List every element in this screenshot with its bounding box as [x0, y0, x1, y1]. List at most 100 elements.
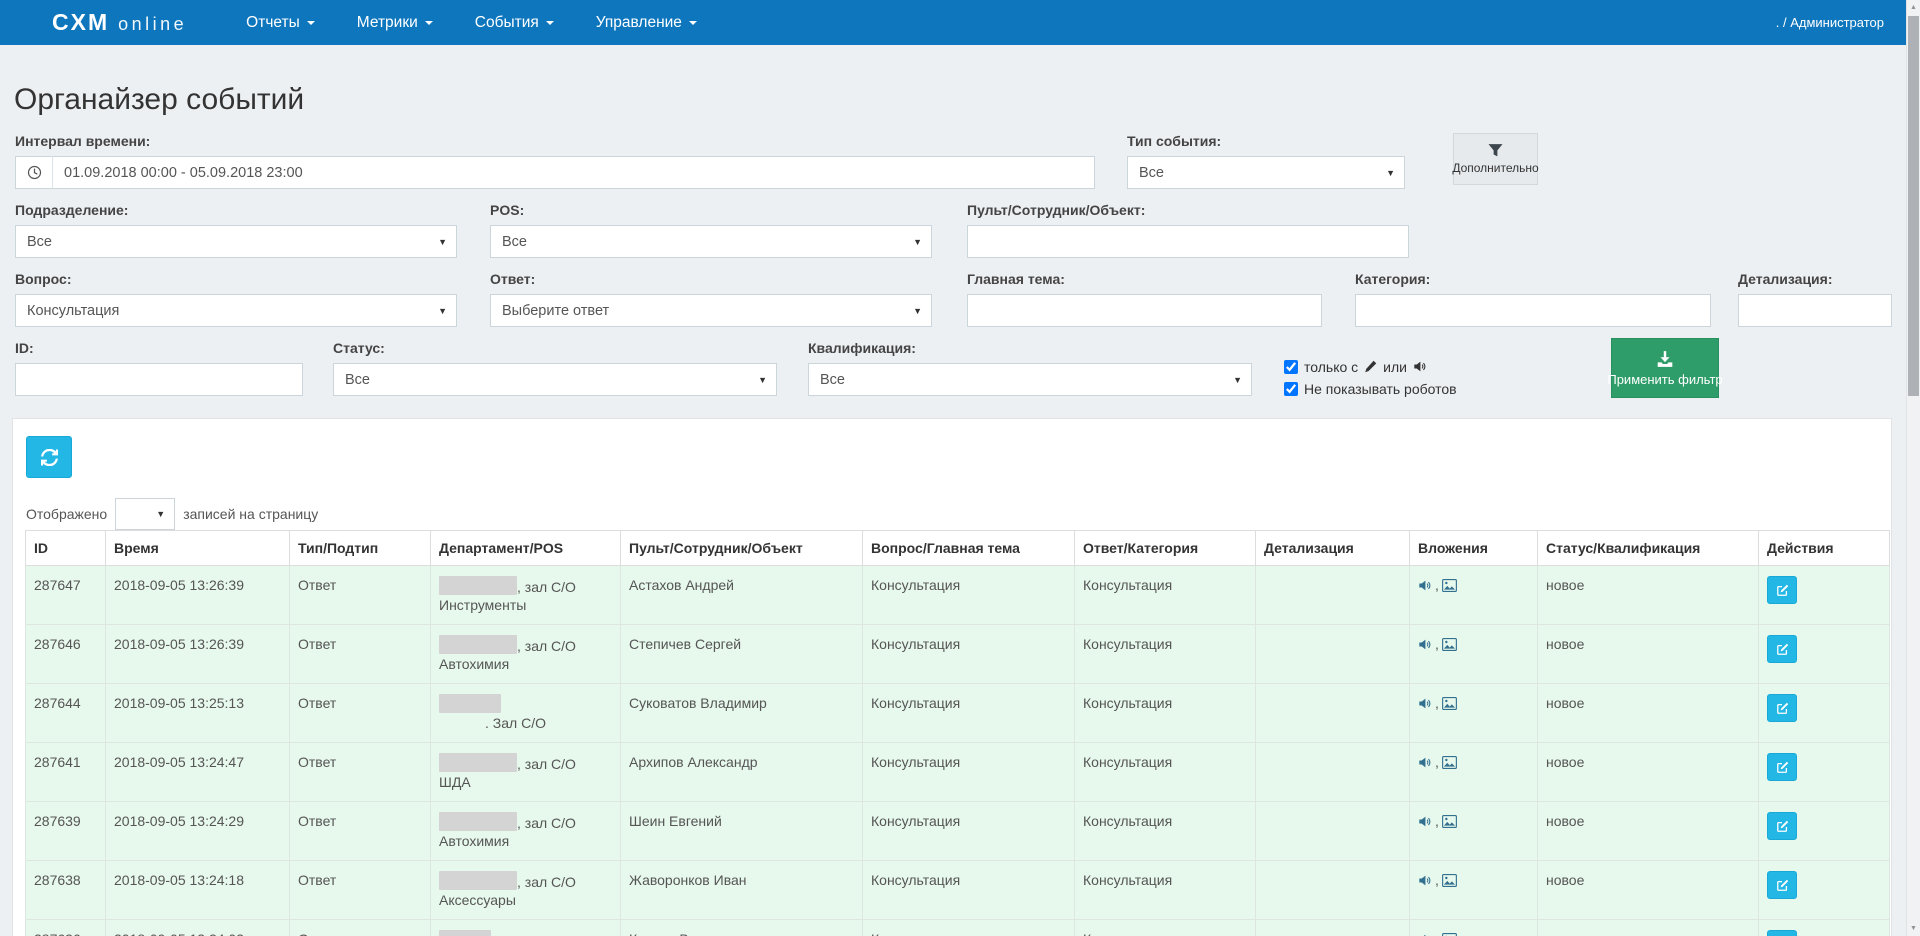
image-attachment-icon[interactable]	[1442, 874, 1457, 887]
clock-addon[interactable]	[15, 156, 52, 189]
apply-button-label: Применить фильтр	[1607, 372, 1722, 387]
event-type-select[interactable]: Все ▼	[1127, 156, 1405, 189]
scrollbar-thumb[interactable]	[1908, 16, 1919, 396]
audio-attachment-icon[interactable]	[1418, 756, 1432, 769]
top-navbar: CXM online Отчеты Метрики События Управл…	[0, 0, 1906, 45]
page-size-select[interactable]: ▼	[115, 498, 175, 530]
cell-answer: Консультация	[1075, 566, 1256, 625]
audio-attachment-icon[interactable]	[1418, 815, 1432, 828]
column-header: Тип/Подтип	[290, 531, 431, 566]
app-scrollbar[interactable]: ▲ ▼	[1906, 0, 1920, 936]
cell-attachments: ,	[1410, 684, 1538, 743]
edit-button[interactable]	[1767, 635, 1797, 663]
answer-category: Консультация	[1083, 931, 1172, 936]
answer-select[interactable]: Выберите ответ ▼	[490, 294, 932, 327]
audio-attachment-icon[interactable]	[1418, 579, 1432, 592]
division-select[interactable]: Все ▼	[15, 225, 457, 258]
image-attachment-icon[interactable]	[1442, 579, 1457, 592]
cell-operator: Шеин Евгений	[621, 802, 863, 861]
attachment-separator: ,	[1435, 694, 1439, 712]
id-input[interactable]	[15, 363, 303, 396]
select-caret-icon: ▼	[913, 237, 922, 247]
image-attachment-icon[interactable]	[1442, 697, 1457, 710]
cell-status: новое	[1538, 861, 1759, 920]
event-type: Ответ	[298, 754, 336, 770]
apply-filter-button[interactable]: Применить фильтр	[1611, 338, 1719, 398]
table-row: 287639 2018-09-05 13:24:29 Ответ , зал С…	[26, 802, 1890, 861]
table-row: 287636 2018-09-05 13:24:03 Ответ Каплун …	[26, 920, 1890, 936]
edit-pencil-square-icon	[1776, 879, 1789, 892]
chevron-down-icon	[546, 21, 554, 25]
table-row: 287646 2018-09-05 13:26:39 Ответ , зал С…	[26, 625, 1890, 684]
menu-item-metrics[interactable]: Метрики	[336, 0, 454, 45]
cell-id: 287646	[26, 625, 106, 684]
edit-button[interactable]	[1767, 930, 1797, 936]
cell-detail	[1256, 920, 1410, 936]
app-logo[interactable]: CXM online	[52, 9, 187, 36]
category-input[interactable]	[1355, 294, 1711, 327]
scroll-up-arrow[interactable]: ▲	[1907, 0, 1920, 15]
dept-line1	[439, 694, 612, 714]
image-attachment-icon[interactable]	[1442, 756, 1457, 769]
main-topic-input[interactable]	[967, 294, 1322, 327]
cell-answer: Консультация	[1075, 625, 1256, 684]
cell-type: Ответ	[290, 861, 431, 920]
dept-line1: , зал С/О	[439, 753, 612, 773]
edit-button[interactable]	[1767, 812, 1797, 840]
scroll-down-arrow[interactable]: ▼	[1907, 921, 1920, 936]
attachment-separator: ,	[1435, 576, 1439, 594]
select-caret-icon: ▼	[1386, 168, 1395, 178]
edit-button[interactable]	[1767, 871, 1797, 899]
image-attachment-icon[interactable]	[1442, 638, 1457, 651]
detail-input[interactable]	[1738, 294, 1892, 327]
dept-line1: , зал С/О	[439, 812, 612, 832]
cell-type: Ответ	[290, 743, 431, 802]
attachments: ,	[1418, 753, 1529, 771]
column-header: Время	[106, 531, 290, 566]
logo-primary: CXM	[52, 9, 109, 36]
image-attachment-icon[interactable]	[1442, 815, 1457, 828]
pos-select[interactable]: Все ▼	[490, 225, 932, 258]
audio-attachment-icon[interactable]	[1418, 638, 1432, 651]
current-user-link[interactable]: . / Администратор	[1776, 15, 1884, 30]
edit-button[interactable]	[1767, 753, 1797, 781]
column-header: ID	[26, 531, 106, 566]
column-header: Пульт/Сотрудник/Объект	[621, 531, 863, 566]
question-select[interactable]: Консультация ▼	[15, 294, 457, 327]
cell-department: , зал С/О Инструменты	[431, 566, 621, 625]
event-id: 287636	[34, 931, 81, 936]
dept-line2: Автохимия	[439, 655, 612, 673]
cell-detail	[1256, 861, 1410, 920]
cell-detail	[1256, 684, 1410, 743]
audio-attachment-icon[interactable]	[1418, 874, 1432, 887]
cell-operator: Каплун Виктор	[621, 920, 863, 936]
audio-attachment-icon[interactable]	[1418, 697, 1432, 710]
status-select[interactable]: Все ▼	[333, 363, 777, 396]
question-topic: Консультация	[871, 695, 960, 711]
shown-suffix: записей на страницу	[183, 506, 318, 522]
cell-status: новое	[1538, 625, 1759, 684]
interval-input[interactable]	[52, 156, 1095, 189]
filter-pos: POS: Все ▼	[490, 202, 932, 258]
table-header-row: IDВремяТип/ПодтипДепартамент/POSПульт/Со…	[26, 531, 1890, 566]
hide-robots-checkbox[interactable]	[1284, 382, 1298, 396]
main-topic-label: Главная тема:	[967, 271, 1322, 288]
edit-button[interactable]	[1767, 694, 1797, 722]
menu-item-reports[interactable]: Отчеты	[225, 0, 336, 45]
menu-item-events[interactable]: События	[454, 0, 575, 45]
menu-item-label: Метрики	[357, 14, 418, 32]
refresh-button[interactable]	[26, 436, 72, 478]
audio-attachment-icon[interactable]	[1418, 933, 1432, 936]
menu-item-management[interactable]: Управление	[575, 0, 718, 45]
operator-input[interactable]	[967, 225, 1409, 258]
filter-category: Категория:	[1355, 271, 1711, 327]
only-with-attachments-checkbox[interactable]	[1284, 360, 1298, 374]
edit-button[interactable]	[1767, 576, 1797, 604]
image-attachment-icon[interactable]	[1442, 933, 1457, 936]
dept-line1-text: , зал С/О	[517, 638, 576, 654]
only-with-text-between: или	[1383, 359, 1407, 375]
table-row: 287647 2018-09-05 13:26:39 Ответ , зал С…	[26, 566, 1890, 625]
advanced-filters-button[interactable]: Дополнительно	[1453, 133, 1538, 185]
qualification-select[interactable]: Все ▼	[808, 363, 1252, 396]
main-menu: Отчеты Метрики События Управление	[225, 0, 718, 45]
